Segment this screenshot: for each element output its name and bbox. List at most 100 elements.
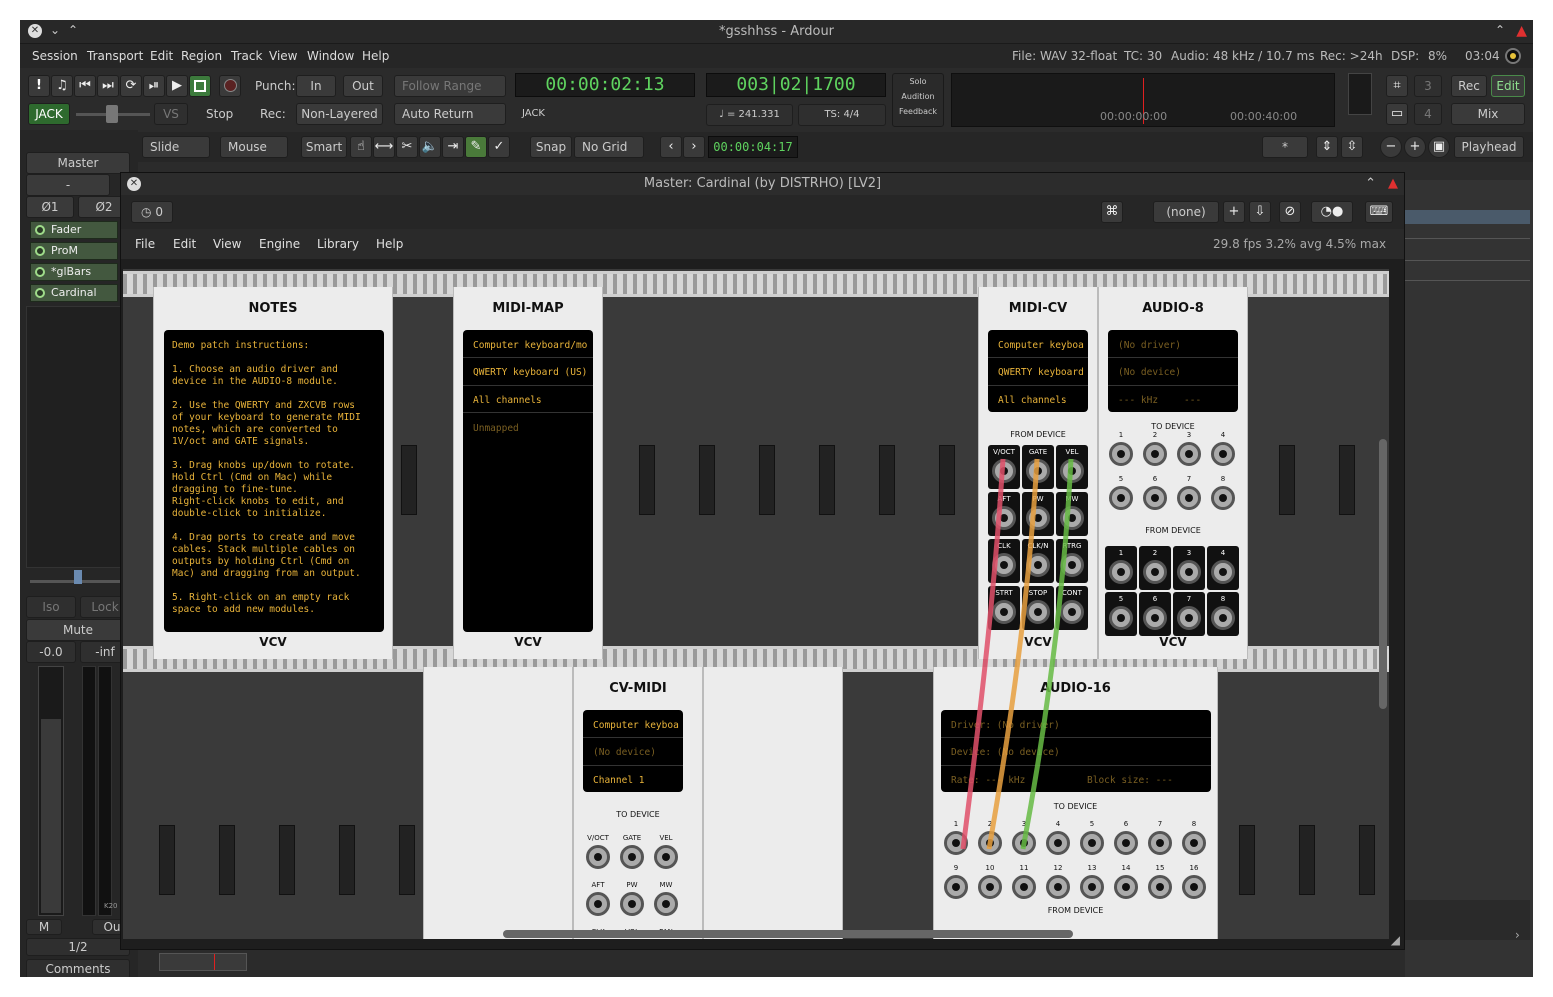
cue-3-button[interactable]: 3: [1414, 75, 1442, 97]
keep-above-icon[interactable]: ⌃: [1495, 23, 1505, 37]
gain-entry[interactable]: -0.0: [26, 641, 76, 663]
iso-button[interactable]: Iso: [26, 596, 76, 618]
plugin-toggle-icon[interactable]: [35, 288, 45, 298]
tempo-display[interactable]: ♩ = 241.331: [706, 104, 793, 126]
play-icon[interactable]: ▶: [166, 75, 188, 97]
rack-vscrollbar[interactable]: [1379, 439, 1387, 709]
delete-preset-icon[interactable]: ⊘: [1279, 201, 1301, 223]
zoom-focus-select[interactable]: *: [1262, 136, 1308, 158]
shrink-tracks-icon[interactable]: ⇕: [1316, 136, 1338, 158]
edit-mode-select[interactable]: Slide: [142, 136, 210, 158]
grab-tool-icon[interactable]: ☝: [350, 136, 372, 158]
preset-select[interactable]: (none): [1153, 201, 1219, 223]
cue-4-button[interactable]: 4: [1414, 103, 1442, 125]
plugin-keep-above-icon[interactable]: ⌃: [1365, 173, 1376, 195]
processor-box[interactable]: [26, 306, 130, 568]
menu-session[interactable]: Session: [32, 49, 78, 63]
jack-button[interactable]: JACK: [28, 103, 70, 125]
panic-icon[interactable]: !: [28, 75, 50, 97]
crop-icon[interactable]: ⌗: [1386, 75, 1408, 97]
zoom-out-icon[interactable]: −: [1380, 136, 1402, 158]
track-canvas[interactable]: ›: [1405, 180, 1533, 977]
cardinal-menu-edit[interactable]: Edit: [173, 237, 196, 251]
pan-handle[interactable]: [74, 570, 82, 584]
metronome-icon[interactable]: ♫: [51, 75, 73, 97]
meter-point-button[interactable]: M: [26, 919, 62, 935]
gain-fader[interactable]: [38, 666, 64, 916]
plugin-toggle-icon[interactable]: [35, 246, 45, 256]
comments-button[interactable]: Comments: [26, 959, 130, 977]
plugin-glbars[interactable]: *glBars: [30, 263, 118, 281]
solo-indicator[interactable]: Solo: [893, 77, 943, 86]
ripple-mode-select[interactable]: Mouse: [220, 136, 288, 158]
plugin-close-icon[interactable]: ✕: [127, 177, 141, 191]
summary-pane[interactable]: [159, 953, 247, 971]
primary-clock[interactable]: 00:00:02:13: [515, 73, 695, 97]
cardinal-menu-library[interactable]: Library: [317, 237, 359, 251]
play-range-icon[interactable]: ⏯: [143, 75, 165, 97]
feedback-indicator[interactable]: Feedback: [893, 107, 943, 116]
phase-invert-1[interactable]: Ø1: [26, 196, 74, 218]
mix-window-button[interactable]: Mix: [1451, 103, 1525, 125]
audition-tool-icon[interactable]: 🔈: [419, 136, 441, 158]
plugin-prom[interactable]: ProM: [30, 242, 118, 260]
record-icon[interactable]: [219, 75, 241, 97]
cardinal-menu-help[interactable]: Help: [376, 237, 403, 251]
shuttle-handle[interactable]: [106, 105, 118, 123]
patch-cables[interactable]: [123, 269, 1389, 939]
menu-edit[interactable]: Edit: [150, 49, 173, 63]
save-preset-icon[interactable]: ⇩: [1249, 201, 1271, 223]
menu-transport[interactable]: Transport: [87, 49, 143, 63]
strip-name-button[interactable]: Master: [26, 152, 130, 174]
content-tool-icon[interactable]: ✓: [488, 136, 510, 158]
pin-connections-icon[interactable]: ⌘: [1101, 201, 1123, 223]
keyboard-icon[interactable]: ⌨: [1365, 201, 1393, 223]
edit-window-button[interactable]: Edit: [1491, 75, 1525, 97]
rack-area[interactable]: NOTES Demo patch instructions: 1. Choose …: [123, 269, 1389, 939]
mute-button[interactable]: Mute: [26, 619, 130, 641]
nudge-clock[interactable]: 00:00:04:17: [708, 136, 798, 158]
menu-track[interactable]: Track: [231, 49, 262, 63]
goto-end-icon[interactable]: ⏭: [97, 75, 119, 97]
varispeed-button[interactable]: VS: [154, 103, 188, 125]
latency-button[interactable]: ◷ 0: [131, 201, 173, 223]
rec-window-button[interactable]: Rec: [1451, 75, 1487, 97]
cardinal-menu-file[interactable]: File: [135, 237, 155, 251]
nudge-forward-icon[interactable]: ›: [683, 136, 705, 158]
menu-view[interactable]: View: [269, 49, 297, 63]
cardinal-menu-engine[interactable]: Engine: [259, 237, 300, 251]
scroll-right-icon[interactable]: ›: [1515, 928, 1520, 942]
follow-range-button[interactable]: Follow Range: [394, 75, 506, 97]
cardinal-menu-view[interactable]: View: [213, 237, 241, 251]
ratio-button[interactable]: 1/2: [26, 938, 130, 956]
punch-out-button[interactable]: Out: [343, 75, 383, 97]
stop-icon[interactable]: [189, 75, 211, 97]
menu-help[interactable]: Help: [362, 49, 389, 63]
menu-window[interactable]: Window: [307, 49, 354, 63]
video-icon[interactable]: ▭: [1386, 103, 1408, 125]
expand-tracks-icon[interactable]: ⇳: [1341, 136, 1363, 158]
plugin-toggle-icon[interactable]: [35, 267, 45, 277]
playhead-select[interactable]: Playhead: [1454, 136, 1524, 158]
smart-mode-button[interactable]: Smart: [301, 136, 347, 158]
input-button[interactable]: -: [26, 174, 110, 196]
cable-vel[interactable]: [1020, 458, 1074, 850]
auto-return-button[interactable]: Auto Return: [394, 103, 506, 125]
punch-in-button[interactable]: In: [296, 75, 336, 97]
goto-start-icon[interactable]: ⏮: [74, 75, 96, 97]
stretch-tool-icon[interactable]: ⇥: [442, 136, 464, 158]
layer-mode-button[interactable]: Non-Layered: [296, 103, 383, 125]
plugin-fader[interactable]: Fader: [30, 221, 118, 239]
plugin-cardinal[interactable]: Cardinal: [30, 284, 118, 302]
audition-indicator[interactable]: Audition: [893, 92, 943, 101]
resize-grip-icon[interactable]: ◢: [1391, 933, 1400, 947]
range-tool-icon[interactable]: ⟷: [373, 136, 395, 158]
nudge-back-icon[interactable]: ‹: [660, 136, 682, 158]
time-signature[interactable]: TS: 4/4: [798, 104, 886, 126]
snap-button[interactable]: Snap: [530, 136, 572, 158]
grid-mode-select[interactable]: No Grid: [574, 136, 644, 158]
bypass-icon[interactable]: ◔●: [1311, 201, 1353, 223]
secondary-clock[interactable]: 003|02|1700: [706, 73, 886, 97]
draw-tool-icon[interactable]: ✎: [465, 136, 487, 158]
loop-icon[interactable]: ⟳: [120, 75, 142, 97]
